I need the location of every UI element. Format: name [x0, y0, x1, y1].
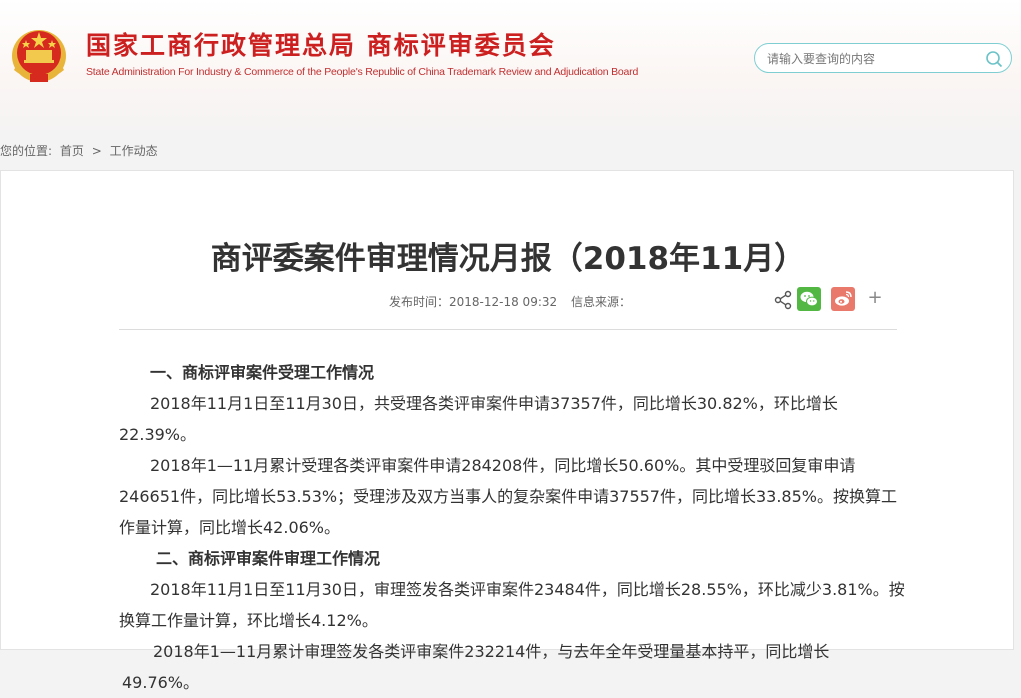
article-container: 商评委案件审理情况月报（2018年11月） 发布时间：2018-12-18 09… — [0, 170, 1014, 692]
paragraph: 2018年11月1日至11月30日，共受理各类评审案件申请37357件，同比增长… — [119, 394, 838, 444]
publish-time: 发布时间：2018-12-18 09:32 — [389, 295, 558, 309]
breadcrumb: 您的位置: 首页 > 工作动态 — [0, 142, 162, 159]
search-box — [754, 43, 1012, 73]
plus-icon[interactable]: + — [863, 287, 887, 311]
share-icon[interactable] — [771, 287, 795, 311]
title-divider — [119, 329, 897, 330]
breadcrumb-current-link[interactable]: 工作动态 — [110, 144, 158, 158]
breadcrumb-home-link[interactable]: 首页 — [60, 144, 84, 158]
section-heading-1: 一、商标评审案件受理工作情况 — [150, 363, 375, 382]
article-title: 商评委案件审理情况月报（2018年11月） — [210, 241, 806, 277]
site-title-en: State Administration For Industry & Comm… — [86, 66, 639, 78]
wechat-icon[interactable] — [797, 287, 821, 311]
search-icon[interactable] — [985, 50, 1003, 68]
site-title-cn: 国家工商行政管理总局 商标评审委员会 — [86, 31, 556, 60]
search-input[interactable] — [765, 49, 979, 69]
weibo-icon[interactable] — [831, 287, 855, 311]
section-heading-2: 二、商标评审案件审理工作情况 — [156, 549, 381, 568]
paragraph: 2018年1—11月累计受理各类评审案件申请284208件，同比增长50.60%… — [119, 456, 897, 537]
article-body: 一、商标评审案件受理工作情况 2018年11月1日至11月30日，共受理各类评审… — [119, 357, 905, 698]
site-header: 国家工商行政管理总局 商标评审委员会 State Administration … — [0, 0, 1021, 130]
paragraph: 2018年1—11月累计审理签发各类评审案件232214件，与去年全年受理量基本… — [122, 642, 830, 692]
national-emblem-icon — [12, 30, 66, 82]
article-meta: 发布时间：2018-12-18 09:32 信息来源： — [389, 293, 641, 310]
info-source: 信息来源： — [570, 295, 631, 309]
paragraph: 2018年11月1日至11月30日，审理签发各类评审案件23484件，同比增长2… — [119, 580, 905, 630]
breadcrumb-label: 您的位置: — [0, 144, 53, 158]
breadcrumb-separator: > — [91, 144, 102, 158]
